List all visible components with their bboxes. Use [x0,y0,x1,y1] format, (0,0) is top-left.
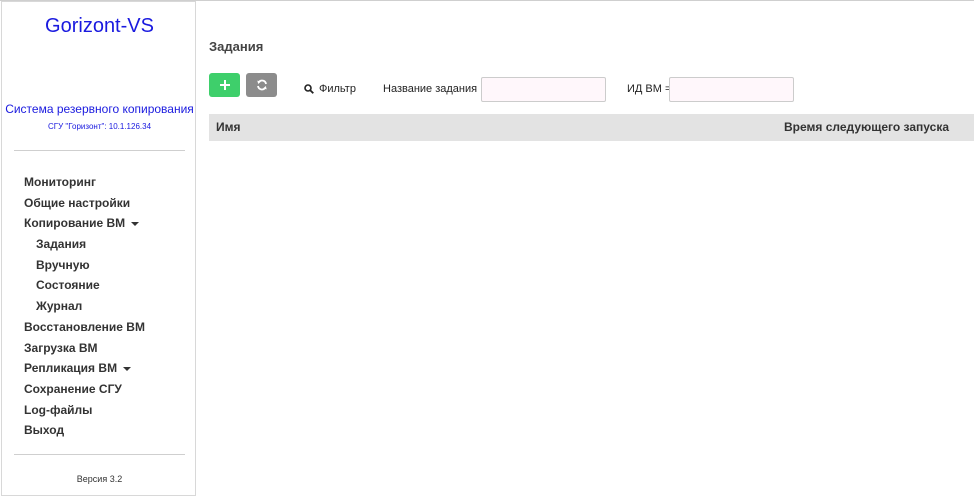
sidebar-subitem-status[interactable]: Состояние [24,275,145,296]
sidebar-item-general-settings[interactable]: Общие настройки [24,193,145,214]
brand-title: Gorizont-VS [45,15,154,37]
sidebar-item-label: Сохранение СГУ [24,381,122,396]
host-address: СГУ "Горизонт": 10.1.126.34 [47,122,152,131]
filter-label: Фильтр [319,83,356,95]
caret-down-icon [131,222,140,227]
plus-icon [219,80,230,90]
refresh-icon [256,79,267,91]
sidebar-item-label: Log-файлы [24,402,93,417]
sidebar-item-label: Мониторинг [24,175,96,189]
sidebar-item-vm-boot[interactable]: Загрузка ВМ [24,338,145,359]
sidebar-menu: Мониторинг Общие настройки Копирование В… [24,172,145,441]
caret-down-icon [123,367,132,372]
column-header-name[interactable]: Имя [216,120,241,134]
sidebar-item-vm-backup[interactable]: Копирование ВМ [24,213,145,234]
sidebar-divider-top [14,150,185,151]
sidebar-item-label: Вручную [36,257,90,272]
system-subtitle: Система резервного копирования [5,102,194,116]
sidebar-subitem-tasks[interactable]: Задания [24,234,145,255]
sidebar-subitem-log[interactable]: Журнал [24,296,145,317]
sidebar-item-log-files[interactable]: Log-файлы [24,400,145,421]
sidebar-item-label: Выход [24,423,65,438]
sidebar-item-label: Загрузка ВМ [24,340,98,355]
refresh-button[interactable] [246,73,277,97]
column-header-next-run[interactable]: Время следующего запуска [784,120,949,134]
filter-button[interactable]: Фильтр [304,83,356,95]
sidebar-item-label: Восстановление ВМ [24,319,145,334]
task-name-label: Название задания [383,83,478,95]
sidebar-item-label: Репликация ВМ [24,361,118,376]
page-title: Задания [209,39,264,54]
sidebar-item-label: Задания [36,237,87,252]
tasks-table-header: Имя Время следующего запуска [209,114,974,141]
sidebar-divider-bottom [14,454,185,455]
sidebar-item-vm-restore[interactable]: Восстановление ВМ [24,317,145,338]
sidebar-subitem-manual[interactable]: Вручную [24,255,145,276]
sidebar-item-label: Копирование ВМ [24,216,126,231]
vm-id-input[interactable] [669,77,794,102]
sidebar-item-vm-replication[interactable]: Репликация ВМ [24,358,145,379]
sidebar-item-label: Журнал [36,299,83,314]
sidebar-item-sgu-save[interactable]: Сохранение СГУ [24,379,145,400]
version-label: Версия 3.2 [76,474,123,484]
vm-id-label: ИД ВМ = [627,83,672,95]
sidebar-item-monitoring[interactable]: Мониторинг [24,172,145,193]
sidebar-item-logout[interactable]: Выход [24,420,145,441]
sidebar-item-label: Общие настройки [24,195,131,210]
sidebar-item-label: Состояние [36,278,100,293]
task-name-input[interactable] [481,77,606,102]
search-icon [304,84,314,94]
sidebar: Gorizont-VS Система резервного копирован… [1,1,196,496]
add-task-button[interactable] [209,73,240,97]
